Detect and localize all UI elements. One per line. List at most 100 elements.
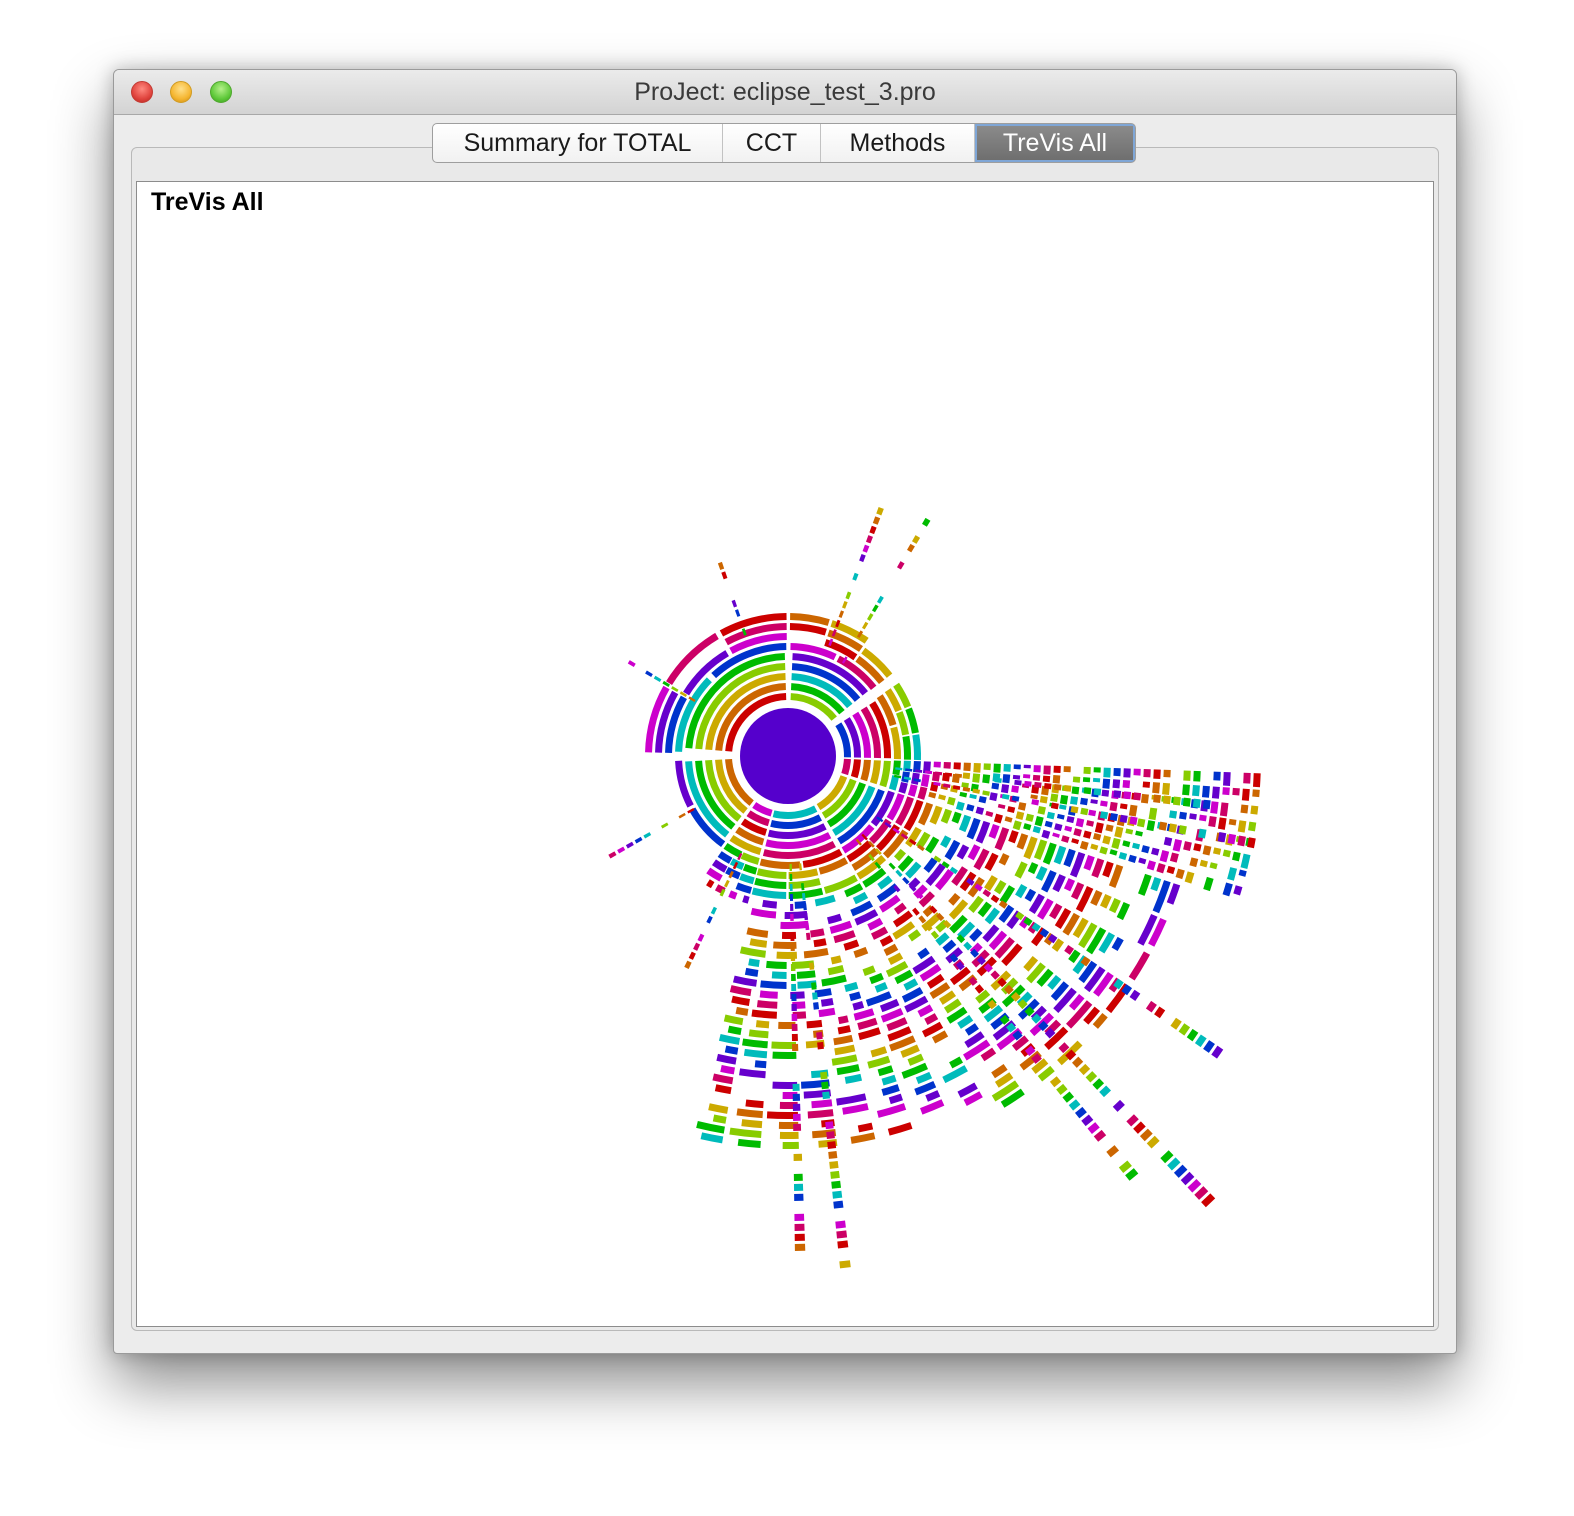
tab-trevis-all[interactable]: TreVis All	[975, 124, 1135, 162]
tree-node-segment[interactable]	[789, 623, 827, 636]
tree-node-segment[interactable]	[1186, 1028, 1199, 1042]
tree-node-segment[interactable]	[1223, 771, 1231, 786]
tree-node-segment[interactable]	[836, 1230, 848, 1239]
tree-node-segment[interactable]	[1041, 829, 1051, 839]
tree-node-segment[interactable]	[772, 805, 818, 819]
tree-node-segment[interactable]	[1128, 854, 1137, 863]
tree-node-segment[interactable]	[870, 1046, 888, 1058]
tree-node-segment[interactable]	[1039, 795, 1048, 804]
tree-node-segment[interactable]	[914, 769, 923, 773]
tree-node-segment[interactable]	[1163, 795, 1171, 805]
tree-node-segment[interactable]	[1209, 862, 1218, 870]
tree-node-segment[interactable]	[1002, 774, 1011, 784]
tree-node-segment[interactable]	[1192, 798, 1201, 809]
tree-node-segment[interactable]	[1082, 777, 1091, 783]
tree-node-segment[interactable]	[874, 982, 888, 993]
tree-node-segment[interactable]	[1069, 796, 1079, 805]
tree-node-segment[interactable]	[1111, 837, 1121, 850]
tree-node-segment[interactable]	[843, 939, 860, 951]
tree-node-segment[interactable]	[1119, 814, 1128, 824]
tree-node-segment[interactable]	[895, 869, 903, 878]
tree-node-segment[interactable]	[1193, 770, 1201, 782]
tree-node-segment[interactable]	[1128, 804, 1138, 817]
tree-node-segment[interactable]	[1092, 777, 1101, 783]
tree-node-segment[interactable]	[716, 1053, 737, 1065]
tree-node-segment[interactable]	[1015, 883, 1028, 899]
tree-node-segment[interactable]	[978, 795, 987, 804]
tree-node-segment[interactable]	[739, 946, 766, 958]
tree-node-segment[interactable]	[742, 863, 758, 875]
tree-node-segment[interactable]	[806, 1019, 823, 1029]
tree-node-segment[interactable]	[735, 882, 753, 894]
tree-node-segment[interactable]	[1211, 1045, 1224, 1059]
tree-node-segment[interactable]	[759, 858, 801, 870]
tree-node-segment[interactable]	[817, 1041, 824, 1050]
tree-node-segment[interactable]	[1203, 1040, 1215, 1053]
tree-node-segment[interactable]	[793, 1173, 803, 1181]
tree-node-segment[interactable]	[1163, 769, 1171, 778]
tree-node-segment[interactable]	[988, 824, 1000, 839]
tree-node-segment[interactable]	[1108, 898, 1121, 914]
tree-node-segment[interactable]	[1126, 1114, 1139, 1127]
tree-node-segment[interactable]	[1052, 775, 1061, 784]
tree-node-segment[interactable]	[1092, 832, 1102, 841]
tree-node-segment[interactable]	[836, 1093, 867, 1106]
tree-node-segment[interactable]	[1087, 1122, 1100, 1134]
tree-node-segment[interactable]	[918, 915, 927, 924]
tree-node-segment[interactable]	[831, 1180, 842, 1189]
tree-node-segment[interactable]	[1092, 1078, 1105, 1090]
tree-node-segment[interactable]	[887, 1122, 913, 1136]
tree-node-segment[interactable]	[792, 1043, 799, 1051]
tree-node-segment[interactable]	[723, 1014, 744, 1026]
tree-node-segment[interactable]	[811, 982, 817, 990]
tree-node-segment[interactable]	[1053, 765, 1061, 774]
tree-node-segment[interactable]	[1163, 836, 1173, 847]
tree-node-segment[interactable]	[912, 907, 920, 916]
tree-node-segment[interactable]	[1129, 989, 1141, 1001]
tree-node-segment[interactable]	[940, 835, 952, 849]
tree-node-segment[interactable]	[829, 1160, 839, 1169]
tree-node-segment[interactable]	[1159, 850, 1170, 863]
tree-node-segment[interactable]	[833, 1200, 844, 1209]
tree-node-segment[interactable]	[1112, 1099, 1125, 1112]
tree-node-segment[interactable]	[1183, 841, 1192, 851]
tree-node-segment[interactable]	[827, 1141, 837, 1149]
tree-node-segment[interactable]	[1090, 843, 1099, 851]
tree-node-segment[interactable]	[982, 774, 991, 784]
tree-node-segment[interactable]	[1139, 1128, 1153, 1142]
tree-node-segment[interactable]	[1052, 832, 1060, 838]
tree-node-segment[interactable]	[883, 943, 899, 956]
tree-node-segment[interactable]	[1093, 767, 1101, 773]
tree-node-segment[interactable]	[792, 1083, 800, 1091]
tree-node-segment[interactable]	[1232, 851, 1241, 862]
tree-node-segment[interactable]	[907, 1053, 924, 1066]
tree-node-segment[interactable]	[879, 935, 894, 947]
tree-node-segment[interactable]	[693, 942, 701, 951]
tree-node-segment[interactable]	[755, 1020, 770, 1029]
tree-node-segment[interactable]	[803, 912, 809, 921]
tree-node-segment[interactable]	[794, 1223, 805, 1231]
tree-node-segment[interactable]	[1013, 764, 1021, 770]
tree-node-segment[interactable]	[1063, 785, 1072, 792]
tree-node-segment[interactable]	[1073, 828, 1082, 837]
tree-node-segment[interactable]	[1152, 782, 1161, 794]
tree-node-segment[interactable]	[791, 1033, 798, 1041]
tree-node-segment[interactable]	[853, 946, 869, 958]
tree-node-segment[interactable]	[948, 892, 961, 906]
tree-node-segment[interactable]	[905, 768, 913, 772]
tree-node-segment[interactable]	[1072, 776, 1081, 783]
tree-node-segment[interactable]	[742, 895, 750, 904]
tree-node-segment[interactable]	[849, 991, 862, 1002]
tree-node-segment[interactable]	[1237, 820, 1247, 833]
tree-node-segment[interactable]	[990, 894, 1000, 903]
tree-node-segment[interactable]	[983, 763, 991, 771]
tree-node-segment[interactable]	[712, 1073, 734, 1085]
tree-node-segment[interactable]	[1146, 860, 1156, 871]
tree-node-segment[interactable]	[1122, 780, 1131, 789]
tree-node-segment[interactable]	[947, 796, 956, 806]
tree-node-segment[interactable]	[756, 1000, 778, 1009]
tree-node-segment[interactable]	[1192, 785, 1200, 797]
tree-node-segment[interactable]	[792, 1103, 801, 1111]
tree-node-segment[interactable]	[888, 1093, 903, 1105]
tree-node-segment[interactable]	[1008, 830, 1019, 844]
